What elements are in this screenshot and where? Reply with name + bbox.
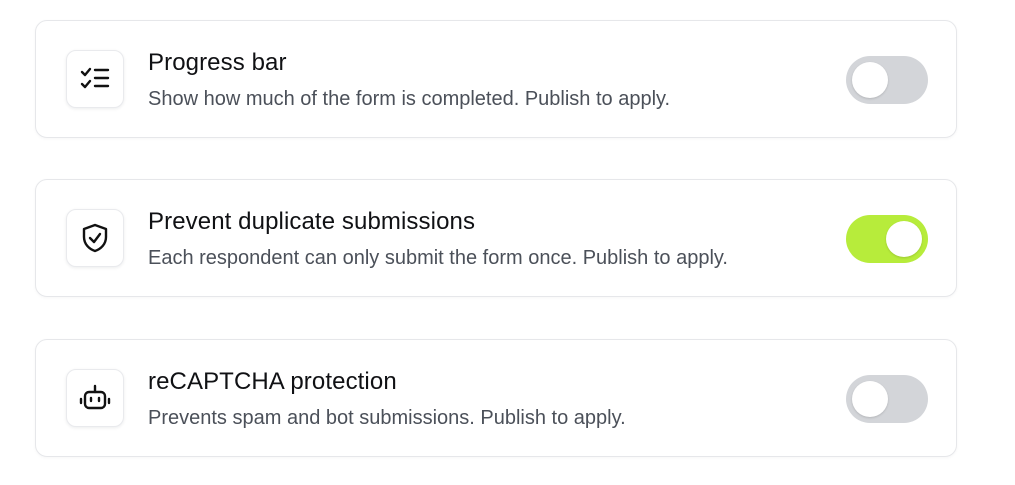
setting-title: Prevent duplicate submissions xyxy=(148,208,476,235)
setting-title: Progress bar xyxy=(148,49,287,76)
prevent-duplicates-toggle[interactable] xyxy=(846,215,928,263)
setting-card-progress-bar: Progress bar Show how much of the form i… xyxy=(35,20,957,138)
setting-description: Show how much of the form is completed. … xyxy=(148,88,671,110)
setting-title: reCAPTCHA protection xyxy=(148,368,397,395)
recaptcha-toggle[interactable] xyxy=(846,375,928,423)
toggle-knob xyxy=(852,62,888,98)
robot-icon xyxy=(66,369,124,427)
setting-card-prevent-duplicates: Prevent duplicate submissions Each respo… xyxy=(35,179,957,297)
setting-card-recaptcha: reCAPTCHA protection Prevents spam and b… xyxy=(35,339,957,457)
setting-description: Prevents spam and bot submissions. Publi… xyxy=(148,407,626,429)
toggle-knob xyxy=(852,381,888,417)
checklist-icon xyxy=(66,50,124,108)
toggle-knob xyxy=(886,221,922,257)
progress-bar-toggle[interactable] xyxy=(846,56,928,104)
setting-description: Each respondent can only submit the form… xyxy=(148,247,728,269)
shield-check-icon xyxy=(66,209,124,267)
